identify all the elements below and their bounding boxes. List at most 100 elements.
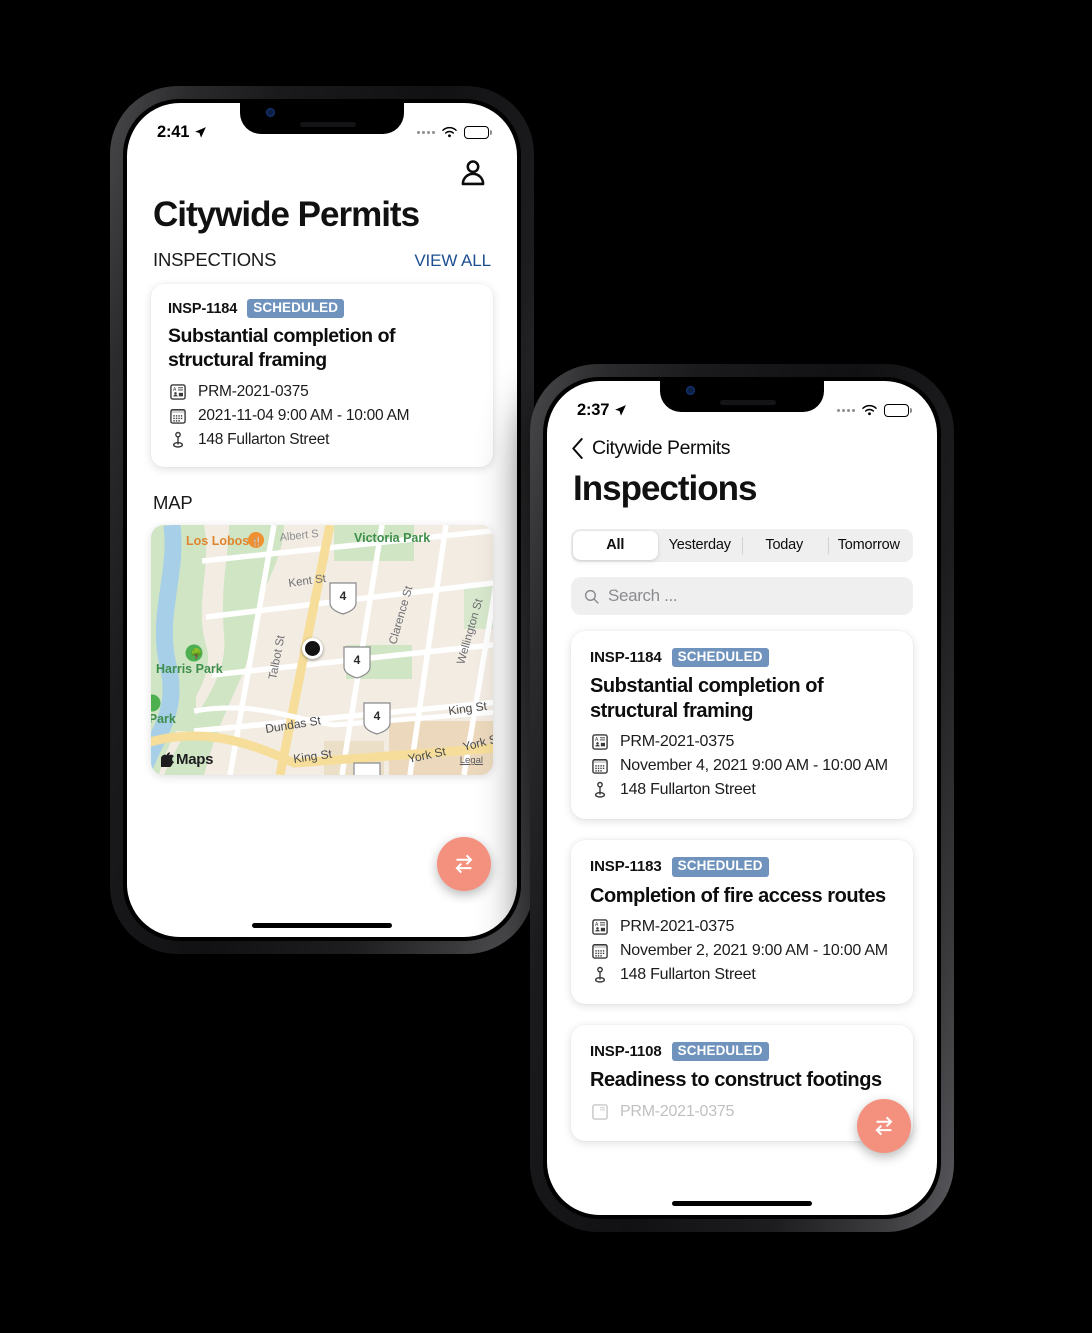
sync-fab-button[interactable] [857,1099,911,1153]
status-indicators [417,125,492,139]
map-legal-link[interactable]: Legal [460,755,483,766]
svg-text:🍴: 🍴 [251,536,262,548]
meta-row-datetime: 2021-11-04 9:00 AM - 10:00 AM [168,406,476,426]
battery-charging-icon [464,125,492,139]
inspection-title: Completion of fire access routes [590,884,886,907]
meta-row-address: 148 Fullarton Street [168,430,476,450]
home-indicator [672,1201,812,1206]
map-location-marker [301,637,323,659]
location-arrow-icon-2 [615,404,627,416]
earpiece-speaker-2 [720,400,776,405]
map-attribution-label: Maps [176,751,214,769]
card-header: INSP-1108 SCHEDULED [590,1042,894,1062]
person-icon[interactable] [457,157,489,189]
svg-text:Los Lobos: Los Lobos [186,534,249,548]
svg-text:🌳: 🌳 [190,647,202,660]
map-section: MAP Los Lobos 🍴 Albert S Victoria Park K… [151,492,493,776]
inspection-id: INSP-1184 [590,649,662,667]
cellular-signal-icon [417,130,435,134]
view-all-link[interactable]: VIEW ALL [414,251,491,271]
notch [240,103,404,134]
inspection-card[interactable]: INSP-1184 SCHEDULED Substantial completi… [151,284,493,468]
calendar-icon [170,409,186,424]
inspection-address: 148 Fullarton Street [198,431,330,449]
search-input[interactable]: Search ... [608,586,678,606]
status-badge: SCHEDULED [671,1042,769,1062]
filter-segmented-control[interactable]: All Yesterday Today Tomorrow [571,529,913,562]
status-badge: SCHEDULED [247,299,345,319]
inspections-list: INSP-1184 SCHEDULED Substantial completi… [547,631,937,1141]
inspection-title: Substantial completion of structural fra… [168,325,396,372]
inspection-datetime: November 2, 2021 9:00 AM - 10:00 AM [620,942,888,960]
meta-row-datetime: November 2, 2021 9:00 AM - 10:00 AM [590,941,894,961]
phone-device-list: 2:37 Citywide Permits Inspections All Ye… [530,364,954,1232]
status-badge: SCHEDULED [671,648,769,668]
meta-row-address: 148 Fullarton Street [590,965,894,985]
notch-2 [660,381,824,412]
card-header: INSP-1184 SCHEDULED [590,648,894,668]
permit-card-icon: A [170,384,186,400]
segment-today[interactable]: Today [742,531,827,560]
card-header: INSP-1184 SCHEDULED [168,299,476,319]
inspection-meta: A PRM-2021-0375 [590,917,894,985]
section-label-inspections: INSPECTIONS [153,249,277,270]
status-time-2: 2:37 [577,400,610,419]
meta-row-address: 148 Fullarton Street [590,780,894,800]
calendar-icon [592,759,608,775]
home-indicator [252,923,392,928]
charging-bolt-icon [472,126,481,138]
meta-row-permit: A PRM-2021-0375 [590,917,894,937]
svg-text:Victoria Park: Victoria Park [354,531,430,545]
section-label-map: MAP [153,492,193,514]
permit-card-icon: A [592,919,608,935]
search-bar[interactable]: Search ... [571,577,913,615]
svg-text:4: 4 [374,709,381,723]
inspections-section-header: INSPECTIONS VIEW ALL [151,235,493,271]
list-item[interactable]: INSP-1183 SCHEDULED Completion of fire a… [571,840,913,1005]
front-camera-icon-2 [686,386,695,395]
battery-charging-icon-2 [884,403,912,417]
sync-fab-button[interactable] [437,837,491,891]
inspection-id: INSP-1183 [590,858,662,876]
status-time-group: 2:41 [157,123,207,142]
meta-row-permit: A PRM-2021-0375 [168,382,476,402]
segment-tomorrow[interactable]: Tomorrow [827,531,912,560]
svg-text:Harris Park: Harris Park [156,662,223,676]
home-content: Citywide Permits INSPECTIONS VIEW ALL IN… [127,189,517,776]
permit-card-icon: A [592,734,608,751]
segment-all[interactable]: All [573,531,658,560]
phone-device-home: 2:41 Citywide Permits INSPECTIONS VIEW A… [110,86,534,954]
chevron-left-icon [572,438,583,459]
location-pin-icon [594,966,606,983]
status-time: 2:41 [157,122,190,141]
screen-inspections: 2:37 Citywide Permits Inspections All Ye… [547,381,937,1215]
sync-icon [875,1116,893,1136]
segment-yesterday[interactable]: Yesterday [658,531,743,560]
inspection-meta: PRM-2021-0375 [590,1102,894,1122]
map-view[interactable]: Los Lobos 🍴 Albert S Victoria Park Kent … [151,525,493,776]
inspection-id: INSP-1184 [168,300,238,317]
phone-bezel-list: 2:37 Citywide Permits Inspections All Ye… [543,377,941,1219]
page-title-inspections: Inspections [573,469,757,508]
front-camera-icon [266,108,275,117]
inspection-address: 148 Fullarton Street [620,781,756,799]
location-pin-icon [594,782,606,799]
inspection-datetime: November 4, 2021 9:00 AM - 10:00 AM [620,757,888,775]
location-pin-icon [172,431,184,448]
permit-number: PRM-2021-0375 [620,1102,735,1120]
svg-text:4: 4 [354,653,361,667]
meta-row-permit: A PRM-2021-0375 [590,732,894,752]
inspection-card-wrap: INSP-1184 SCHEDULED Substantial completi… [151,284,493,468]
permit-number: PRM-2021-0375 [620,733,735,751]
sync-icon [455,854,473,874]
permit-card-icon [592,1104,608,1120]
inspection-meta: A PRM-2021-0375 [168,382,476,450]
list-item[interactable]: INSP-1184 SCHEDULED Substantial completi… [571,631,913,820]
inspection-datetime: 2021-11-04 9:00 AM - 10:00 AM [198,407,410,425]
page-title: Citywide Permits [153,195,420,234]
earpiece-speaker [300,122,356,127]
meta-row-datetime: November 4, 2021 9:00 AM - 10:00 AM [590,756,894,776]
svg-text:4: 4 [340,589,347,603]
inspection-address: 148 Fullarton Street [620,966,756,984]
screen-home: 2:41 Citywide Permits INSPECTIONS VIEW A… [127,103,517,937]
